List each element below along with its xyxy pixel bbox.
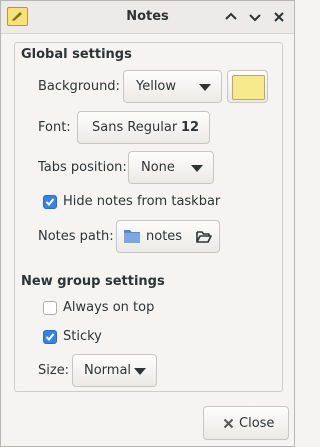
- hide-taskbar-checkbox[interactable]: [43, 195, 57, 209]
- background-dropdown[interactable]: Yellow: [123, 70, 222, 103]
- size-value: Normal: [84, 363, 132, 378]
- font-chooser-button[interactable]: Sans Regular 12: [77, 111, 210, 144]
- background-label: Background:: [38, 79, 120, 94]
- collapse-icon[interactable]: [221, 7, 241, 27]
- size-label: Size:: [38, 363, 70, 378]
- hide-taskbar-label[interactable]: Hide notes from taskbar: [63, 194, 220, 209]
- font-label: Font:: [38, 120, 71, 135]
- chevron-down-icon: [134, 368, 146, 375]
- minimize-icon[interactable]: [245, 7, 265, 27]
- background-color-swatch: [232, 75, 265, 100]
- tabs-position-value: None: [141, 160, 175, 175]
- folder-open-icon: [196, 230, 212, 248]
- always-on-top-label[interactable]: Always on top: [63, 300, 154, 315]
- group-settings-heading: New group settings: [21, 274, 165, 289]
- notes-path-value: notes: [146, 229, 183, 244]
- folder-icon: [124, 229, 140, 243]
- close-button[interactable]: Close: [203, 406, 289, 440]
- notes-path-label: Notes path:: [38, 229, 114, 244]
- font-name: Sans Regular: [92, 120, 178, 135]
- close-x-icon: [223, 418, 234, 433]
- sticky-checkbox[interactable]: [43, 330, 57, 344]
- chevron-down-icon: [191, 165, 203, 172]
- size-dropdown[interactable]: Normal: [72, 354, 157, 387]
- close-window-icon[interactable]: [269, 7, 289, 27]
- close-button-label: Close: [239, 416, 275, 431]
- notes-settings-window: Notes Global settings Background: Yellow…: [0, 0, 295, 447]
- sticky-label[interactable]: Sticky: [63, 329, 102, 344]
- always-on-top-checkbox[interactable]: [43, 301, 57, 315]
- chevron-down-icon: [199, 84, 211, 91]
- title-bar[interactable]: Notes: [1, 1, 294, 34]
- tabs-position-label: Tabs position:: [38, 160, 127, 175]
- font-size: 12: [181, 120, 200, 135]
- tabs-position-dropdown[interactable]: None: [128, 151, 214, 184]
- notes-path-chooser[interactable]: notes: [116, 220, 220, 253]
- global-settings-heading: Global settings: [21, 47, 132, 62]
- background-value: Yellow: [136, 79, 177, 94]
